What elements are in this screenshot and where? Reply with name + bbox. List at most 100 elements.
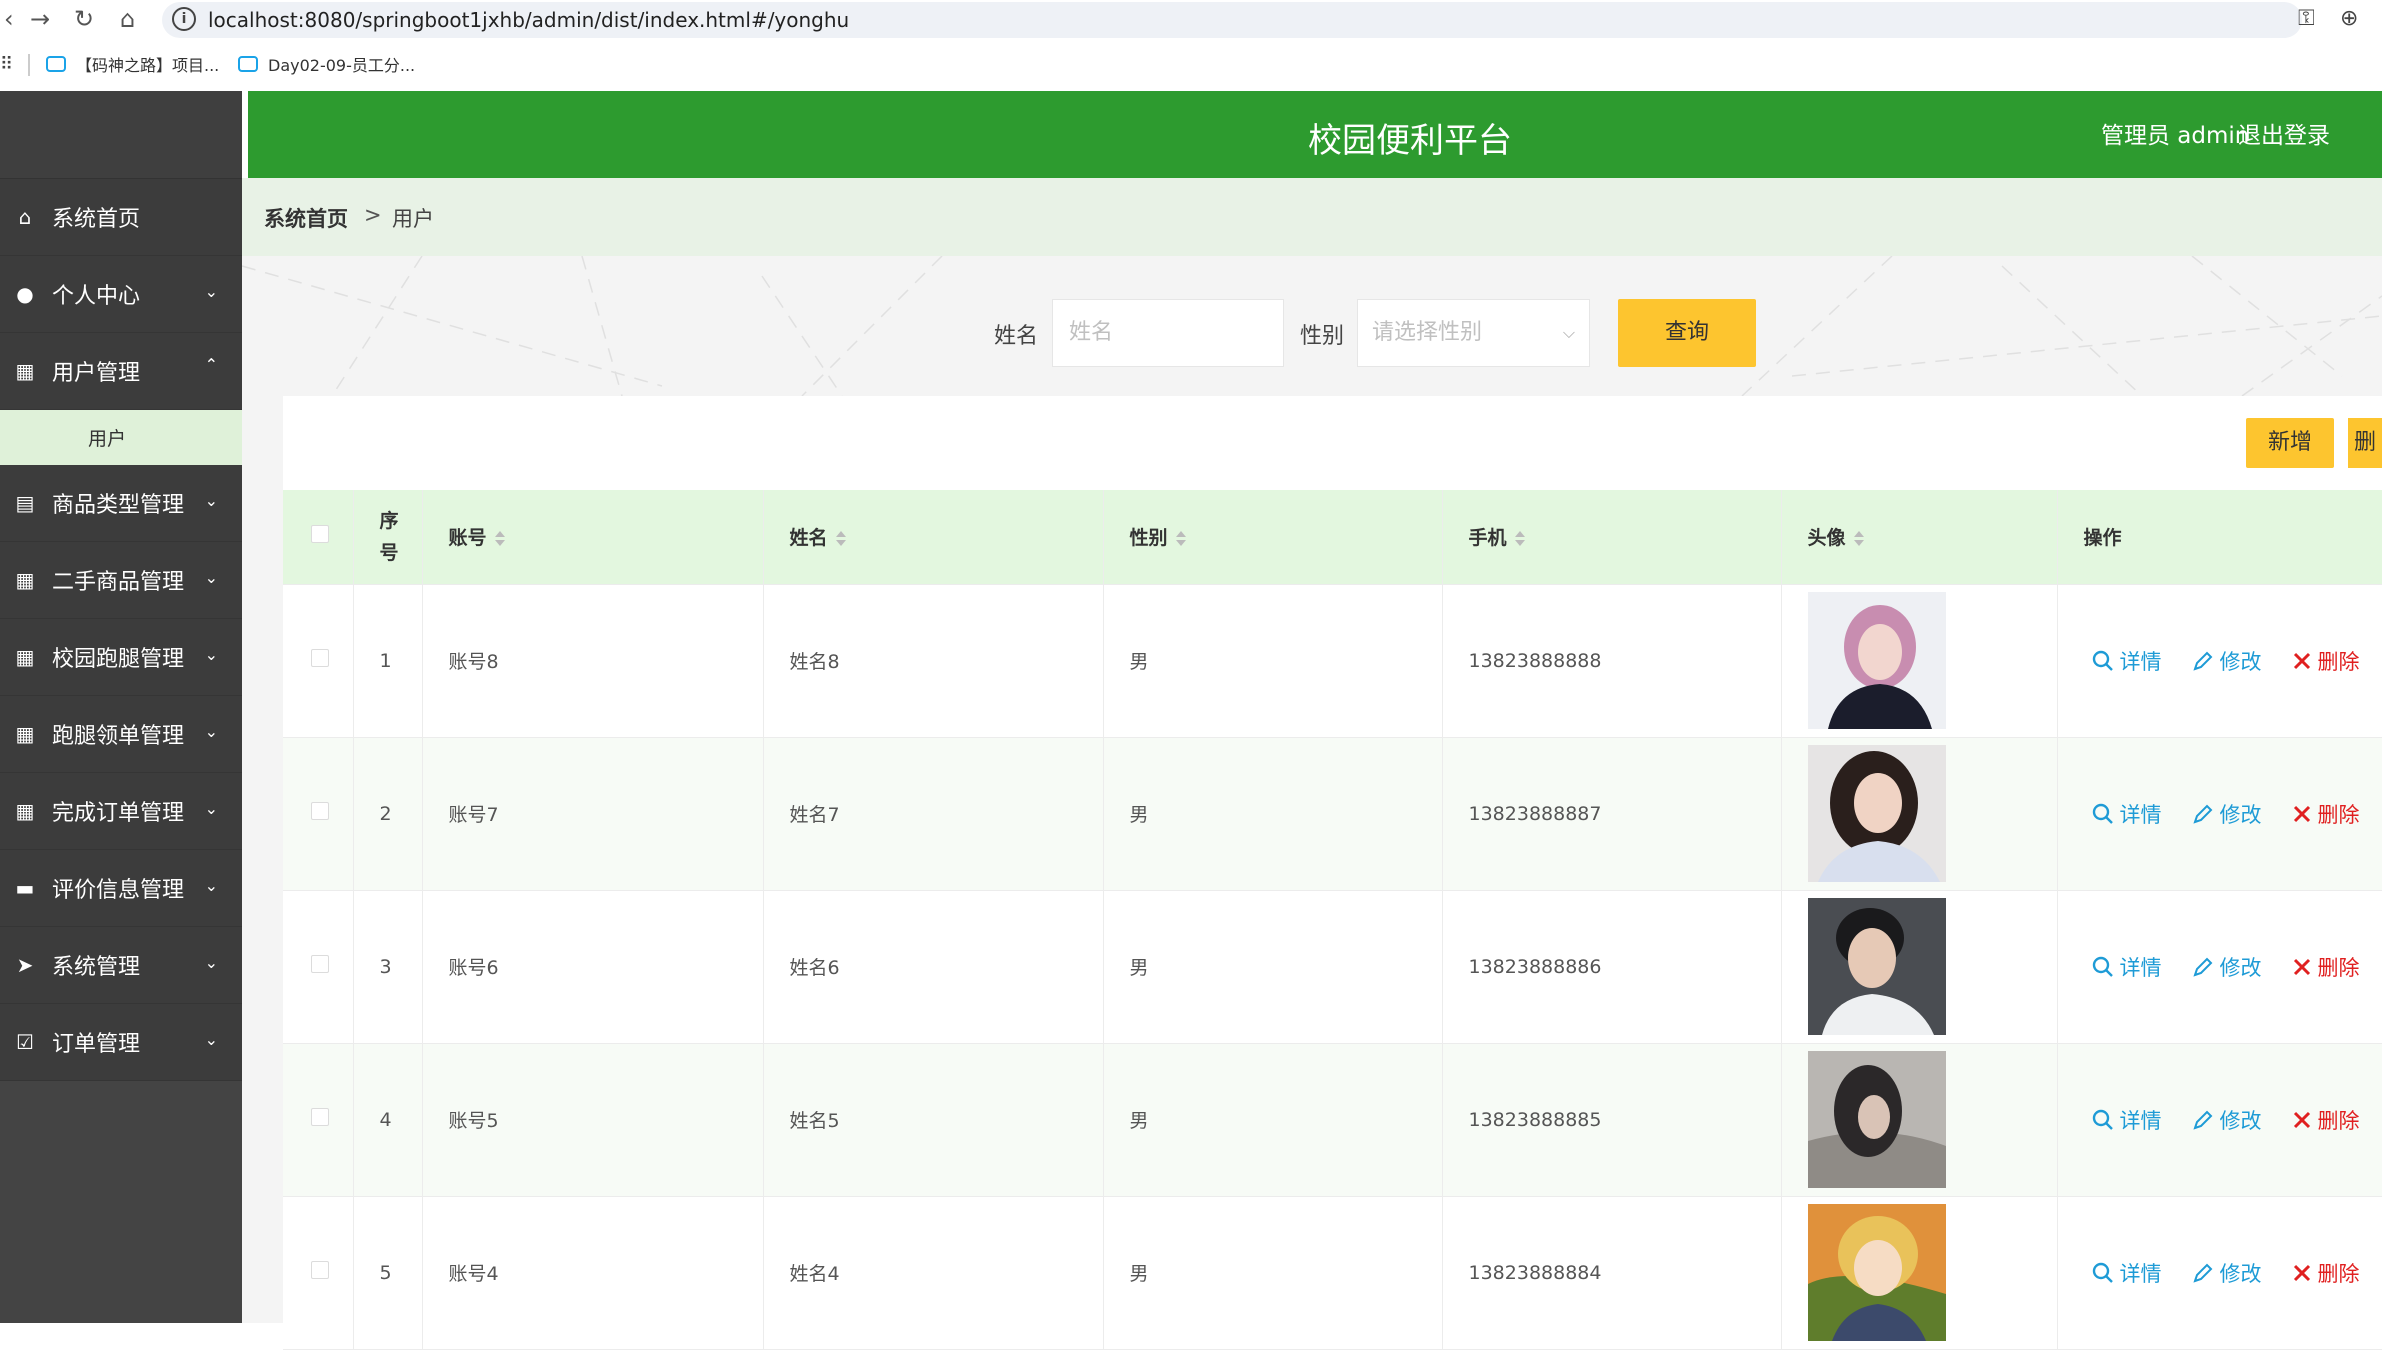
- edit-button[interactable]: 修改: [2192, 646, 2262, 676]
- row-checkbox-cell[interactable]: [283, 584, 353, 737]
- row-checkbox[interactable]: [311, 649, 329, 667]
- close-icon: [2292, 651, 2312, 671]
- edit-button[interactable]: 修改: [2192, 1258, 2262, 1288]
- row-checkbox-cell[interactable]: [283, 890, 353, 1043]
- add-button[interactable]: 新增: [2246, 418, 2334, 468]
- bookmark-2[interactable]: Day02-09-员工分...: [238, 52, 415, 76]
- grid-icon: ▦: [14, 722, 36, 746]
- sidebar-item-orders[interactable]: ☑ 订单管理 ⌄: [0, 1004, 242, 1081]
- bookmark-1[interactable]: 【码神之路】项目...: [46, 52, 219, 76]
- app-title: 校园便利平台: [248, 113, 1512, 162]
- search-icon: [2092, 650, 2114, 672]
- select-all-checkbox-cell[interactable]: [283, 490, 353, 584]
- avatar-image[interactable]: [1808, 1051, 1946, 1188]
- row-checkbox[interactable]: [311, 955, 329, 973]
- header-phone[interactable]: 手机: [1442, 490, 1781, 584]
- detail-button[interactable]: 详情: [2092, 1105, 2162, 1135]
- chevron-down-icon: ⌵: [1563, 300, 1575, 366]
- row-actions: 详情 修改 删除: [2084, 799, 2382, 829]
- clipboard-icon: ▤: [14, 491, 36, 515]
- row-checkbox[interactable]: [311, 1108, 329, 1126]
- name-search-input[interactable]: 姓名: [1052, 299, 1284, 367]
- site-info-icon[interactable]: i: [172, 7, 196, 31]
- home-browser-icon[interactable]: ⌂: [120, 4, 135, 34]
- pencil-icon: [2192, 803, 2214, 825]
- sidebar-item-completed-orders[interactable]: ▦ 完成订单管理 ⌄: [0, 773, 242, 850]
- header-avatar[interactable]: 头像: [1781, 490, 2057, 584]
- cell-index: 5: [353, 1196, 422, 1349]
- sort-icon[interactable]: [495, 531, 505, 546]
- chevron-up-icon: ⌃: [205, 355, 218, 374]
- header-name[interactable]: 姓名: [763, 490, 1103, 584]
- logout-link[interactable]: 退出登录: [2238, 116, 2330, 150]
- bookmark-label: 【码神之路】项目...: [76, 52, 219, 76]
- zoom-icon[interactable]: ⊕: [2340, 6, 2358, 31]
- avatar-image[interactable]: [1808, 1204, 1946, 1341]
- sidebar-item-system[interactable]: ➤ 系统管理 ⌄: [0, 927, 242, 1004]
- edit-button[interactable]: 修改: [2192, 952, 2262, 982]
- sort-icon[interactable]: [1515, 531, 1525, 546]
- delete-button[interactable]: 删除: [2292, 1105, 2360, 1135]
- edit-button[interactable]: 修改: [2192, 1105, 2262, 1135]
- table-row: 4 账号5 姓名5 男 13823888885 详情: [283, 1043, 2382, 1196]
- cell-ops: 详情 修改 删除: [2057, 1196, 2382, 1349]
- sidebar-item-errand-orders[interactable]: ▦ 跑腿领单管理 ⌄: [0, 696, 242, 773]
- row-checkbox[interactable]: [311, 1261, 329, 1279]
- sidebar-item-second-hand[interactable]: ▦ 二手商品管理 ⌄: [0, 542, 242, 619]
- edit-button[interactable]: 修改: [2192, 799, 2262, 829]
- close-icon: [2292, 957, 2312, 977]
- detail-button[interactable]: 详情: [2092, 646, 2162, 676]
- header-gender[interactable]: 性别: [1103, 490, 1442, 584]
- gender-select[interactable]: 请选择性别 ⌵: [1357, 299, 1590, 367]
- chevron-down-icon: ⌄: [205, 1030, 218, 1049]
- sidebar-subitem-user[interactable]: 用户: [0, 410, 242, 465]
- row-actions: 详情 修改 删除: [2084, 1105, 2382, 1135]
- chevron-down-icon: ⌄: [205, 953, 218, 972]
- avatar-image[interactable]: [1808, 898, 1946, 1035]
- address-bar[interactable]: i localhost:8080/springboot1jxhb/admin/d…: [162, 2, 2302, 38]
- sort-icon[interactable]: [1176, 531, 1186, 546]
- avatar-image[interactable]: [1808, 592, 1946, 729]
- reload-icon[interactable]: ↻: [74, 4, 94, 34]
- delete-button[interactable]: 删除: [2292, 799, 2360, 829]
- detail-button[interactable]: 详情: [2092, 952, 2162, 982]
- delete-button[interactable]: 删除: [2292, 1258, 2360, 1288]
- sidebar-item-product-type[interactable]: ▤ 商品类型管理 ⌄: [0, 465, 242, 542]
- cell-phone: 13823888885: [1442, 1043, 1781, 1196]
- detail-label: 详情: [2120, 1105, 2162, 1135]
- sort-icon[interactable]: [1854, 531, 1864, 546]
- breadcrumb-home[interactable]: 系统首页: [264, 203, 348, 233]
- sidebar-item-label: 系统首页: [52, 201, 140, 233]
- sidebar-item-label: 跑腿领单管理: [52, 718, 184, 750]
- forward-icon[interactable]: →: [30, 4, 50, 34]
- sort-icon[interactable]: [836, 531, 846, 546]
- key-icon[interactable]: ⚿: [2298, 6, 2315, 31]
- detail-button[interactable]: 详情: [2092, 1258, 2162, 1288]
- select-all-checkbox[interactable]: [311, 525, 329, 543]
- delete-button[interactable]: 删除: [2292, 646, 2360, 676]
- row-checkbox[interactable]: [311, 802, 329, 820]
- sidebar-subitem-label: 用户: [88, 424, 126, 451]
- batch-delete-button[interactable]: 删除: [2348, 418, 2382, 468]
- row-checkbox-cell[interactable]: [283, 1196, 353, 1349]
- sidebar-item-reviews[interactable]: ▬ 评价信息管理 ⌄: [0, 850, 242, 927]
- sidebar-item-label: 系统管理: [52, 949, 140, 981]
- sidebar-item-label: 用户管理: [52, 355, 140, 387]
- search-button[interactable]: 查询: [1618, 299, 1756, 367]
- row-checkbox-cell[interactable]: [283, 1043, 353, 1196]
- sidebar-item-user-management[interactable]: ▦ 用户管理 ⌃: [0, 333, 242, 410]
- header-label: 手机: [1469, 527, 1507, 549]
- chevron-down-icon: ⌄: [205, 282, 218, 301]
- header-account[interactable]: 账号: [422, 490, 763, 584]
- delete-button[interactable]: 删除: [2292, 952, 2360, 982]
- cell-gender: 男: [1103, 584, 1442, 737]
- delete-label: 删除: [2318, 799, 2360, 829]
- row-checkbox-cell[interactable]: [283, 737, 353, 890]
- apps-icon[interactable]: ⠿: [0, 54, 13, 75]
- avatar-image[interactable]: [1808, 745, 1946, 882]
- sidebar-item-personal-center[interactable]: ● 个人中心 ⌄: [0, 256, 242, 333]
- detail-button[interactable]: 详情: [2092, 799, 2162, 829]
- sidebar-item-errand[interactable]: ▦ 校园跑腿管理 ⌄: [0, 619, 242, 696]
- sidebar-item-home[interactable]: ⌂ 系统首页: [0, 179, 242, 256]
- back-icon[interactable]: ‹: [4, 4, 14, 34]
